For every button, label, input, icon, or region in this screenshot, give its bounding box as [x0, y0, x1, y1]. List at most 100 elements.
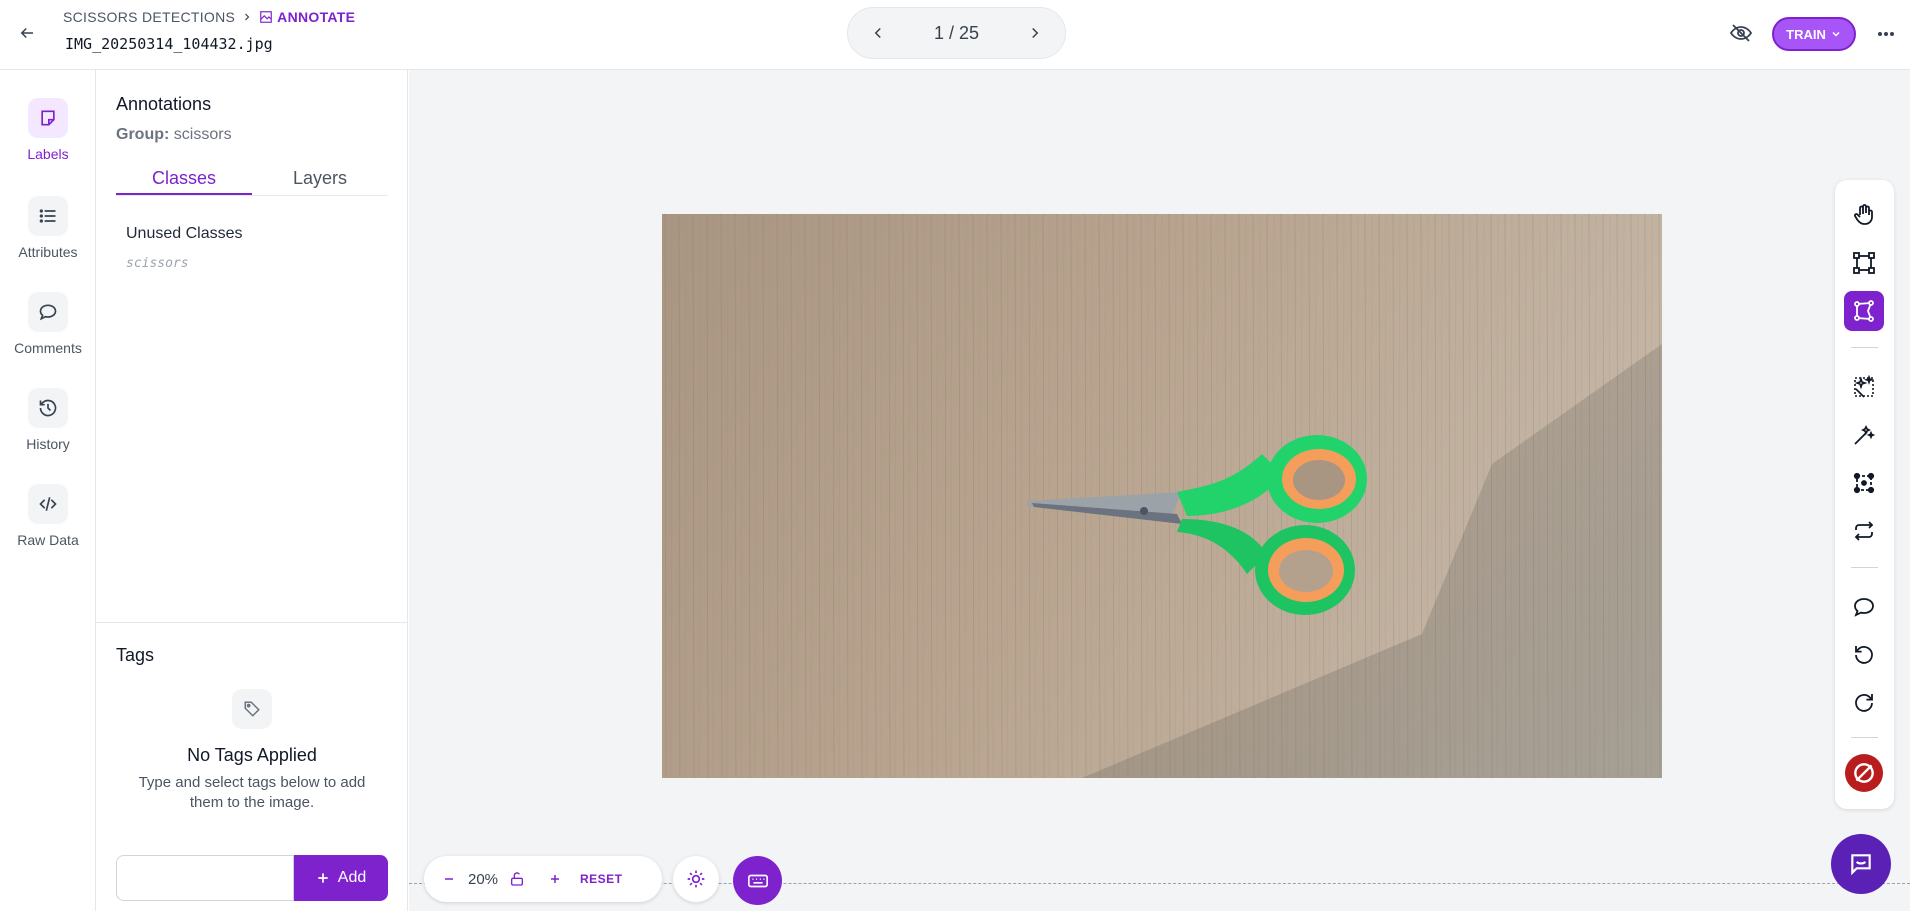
bounding-box-icon: [1853, 252, 1875, 274]
comment-icon: [28, 292, 68, 332]
left-rail: Labels Attributes Comments History Raw D…: [0, 70, 96, 911]
image-filename: IMG_20250314_104432.jpg: [65, 35, 273, 53]
group-label: Group:: [116, 126, 170, 143]
redo-icon: [1855, 694, 1873, 712]
list-icon: [28, 196, 68, 236]
rail-item-label: Attributes: [18, 244, 78, 260]
zoom-lock-button[interactable]: [504, 866, 530, 892]
bounding-box-tool-button[interactable]: [1844, 243, 1884, 283]
polygon-tool-button[interactable]: [1844, 291, 1884, 331]
history-icon: [28, 388, 68, 428]
hide-annotations-button[interactable]: [1729, 21, 1755, 47]
code-icon: [28, 484, 68, 524]
keyboard-shortcuts-button[interactable]: [733, 856, 782, 905]
zoom-controls: 20% RESET: [424, 856, 662, 902]
add-tag-label: Add: [337, 869, 367, 886]
repeat-icon: [1854, 521, 1874, 541]
unlock-icon: [511, 872, 523, 886]
no-tags-description: Type and select tags below to add them t…: [138, 774, 366, 811]
tool-palette: [1835, 180, 1894, 809]
breadcrumb-current: ANNOTATE: [259, 9, 355, 25]
train-button[interactable]: TRAIN: [1772, 17, 1856, 51]
undo-button[interactable]: [1844, 635, 1884, 675]
unused-class-item[interactable]: scissors: [126, 256, 189, 271]
eye-off-icon: [1729, 24, 1753, 42]
redo-button[interactable]: [1844, 683, 1884, 723]
support-chat-button[interactable]: [1831, 834, 1891, 894]
train-button-label: TRAIN: [1786, 26, 1826, 42]
rail-item-comments[interactable]: Comments: [0, 292, 96, 356]
previous-image-button[interactable]: [866, 21, 890, 45]
pager-count: 1 / 25: [933, 22, 980, 43]
chat-icon: [1851, 854, 1871, 876]
plus-icon: [551, 875, 559, 883]
rail-item-label: Comments: [14, 340, 82, 356]
add-tag-button[interactable]: Add: [294, 855, 388, 901]
group-value: scissors: [173, 126, 232, 143]
rail-item-raw-data[interactable]: Raw Data: [0, 484, 96, 548]
zoom-out-button[interactable]: [436, 866, 462, 892]
tab-classes[interactable]: Classes: [116, 156, 252, 195]
repeat-tool-button[interactable]: [1844, 511, 1884, 551]
panel-title: Annotations: [116, 94, 212, 114]
chevron-right-icon: [1032, 27, 1039, 39]
rail-item-label: Raw Data: [17, 532, 79, 548]
magic-wand-icon: [1854, 424, 1876, 445]
next-image-button[interactable]: [1023, 21, 1047, 45]
plus-icon: [318, 873, 328, 883]
tag-input[interactable]: [116, 855, 294, 901]
sun-icon: [687, 870, 705, 888]
rail-item-label: Labels: [27, 146, 69, 162]
annotation-canvas[interactable]: [409, 70, 1910, 911]
tool-divider: [1851, 567, 1878, 568]
annotations-panel: Annotations Group: scissors Classes Laye…: [96, 70, 408, 911]
tool-divider: [1851, 347, 1878, 348]
null-icon: [1845, 754, 1883, 792]
top-bar: SCISSORS DETECTIONS ANNOTATE IMG_2025031…: [0, 0, 1910, 70]
keyboard-icon: [747, 874, 768, 887]
undo-icon: [1855, 646, 1873, 664]
smart-select-tool-button[interactable]: [1844, 367, 1884, 407]
tag-icon: [232, 689, 272, 729]
comment-icon: [1854, 598, 1874, 617]
group-info: Group: scissors: [116, 126, 232, 144]
tool-divider: [1851, 737, 1878, 738]
hand-icon: [1854, 204, 1873, 225]
rail-item-labels[interactable]: Labels: [0, 98, 96, 162]
scissors-photo: [662, 214, 1662, 778]
tags-section: Tags No Tags Applied Type and select tag…: [96, 622, 408, 911]
keypoints-icon: [1853, 472, 1875, 494]
arrow-left-icon: [20, 27, 33, 39]
zoom-in-button[interactable]: [542, 866, 568, 892]
chevron-right-icon: [245, 13, 250, 21]
comment-tool-button[interactable]: [1844, 587, 1884, 627]
sticky-note-icon: [28, 98, 68, 138]
rail-item-attributes[interactable]: Attributes: [0, 196, 96, 260]
rail-item-label: History: [26, 436, 70, 452]
sparkle-select-icon: [1854, 375, 1875, 398]
more-horizontal-icon: [1878, 32, 1894, 36]
minus-icon: [445, 878, 453, 880]
brightness-button[interactable]: [673, 856, 719, 902]
panel-tabs: Classes Layers: [116, 156, 388, 196]
keypoints-tool-button[interactable]: [1844, 463, 1884, 503]
tags-title: Tags: [116, 645, 155, 665]
magic-wand-tool-button[interactable]: [1844, 415, 1884, 455]
chevron-down-icon: [1832, 31, 1840, 37]
pan-tool-button[interactable]: [1844, 195, 1884, 235]
zoom-reset-button[interactable]: RESET: [580, 872, 623, 886]
chevron-left-icon: [874, 27, 881, 39]
more-options-button[interactable]: [1874, 20, 1898, 48]
image-pager: 1 / 25: [847, 7, 1066, 59]
rail-item-history[interactable]: History: [0, 388, 96, 452]
tab-layers[interactable]: Layers: [252, 156, 388, 195]
back-button[interactable]: [14, 20, 40, 46]
breadcrumb: SCISSORS DETECTIONS ANNOTATE: [63, 9, 355, 25]
no-tags-title: No Tags Applied: [187, 745, 317, 765]
image-preview[interactable]: [662, 214, 1662, 778]
mark-null-button[interactable]: [1844, 753, 1884, 793]
breadcrumb-current-label: ANNOTATE: [277, 9, 356, 25]
zoom-level: 20%: [467, 870, 499, 888]
breadcrumb-project[interactable]: SCISSORS DETECTIONS: [63, 9, 235, 25]
unused-classes-title: Unused Classes: [126, 225, 243, 242]
